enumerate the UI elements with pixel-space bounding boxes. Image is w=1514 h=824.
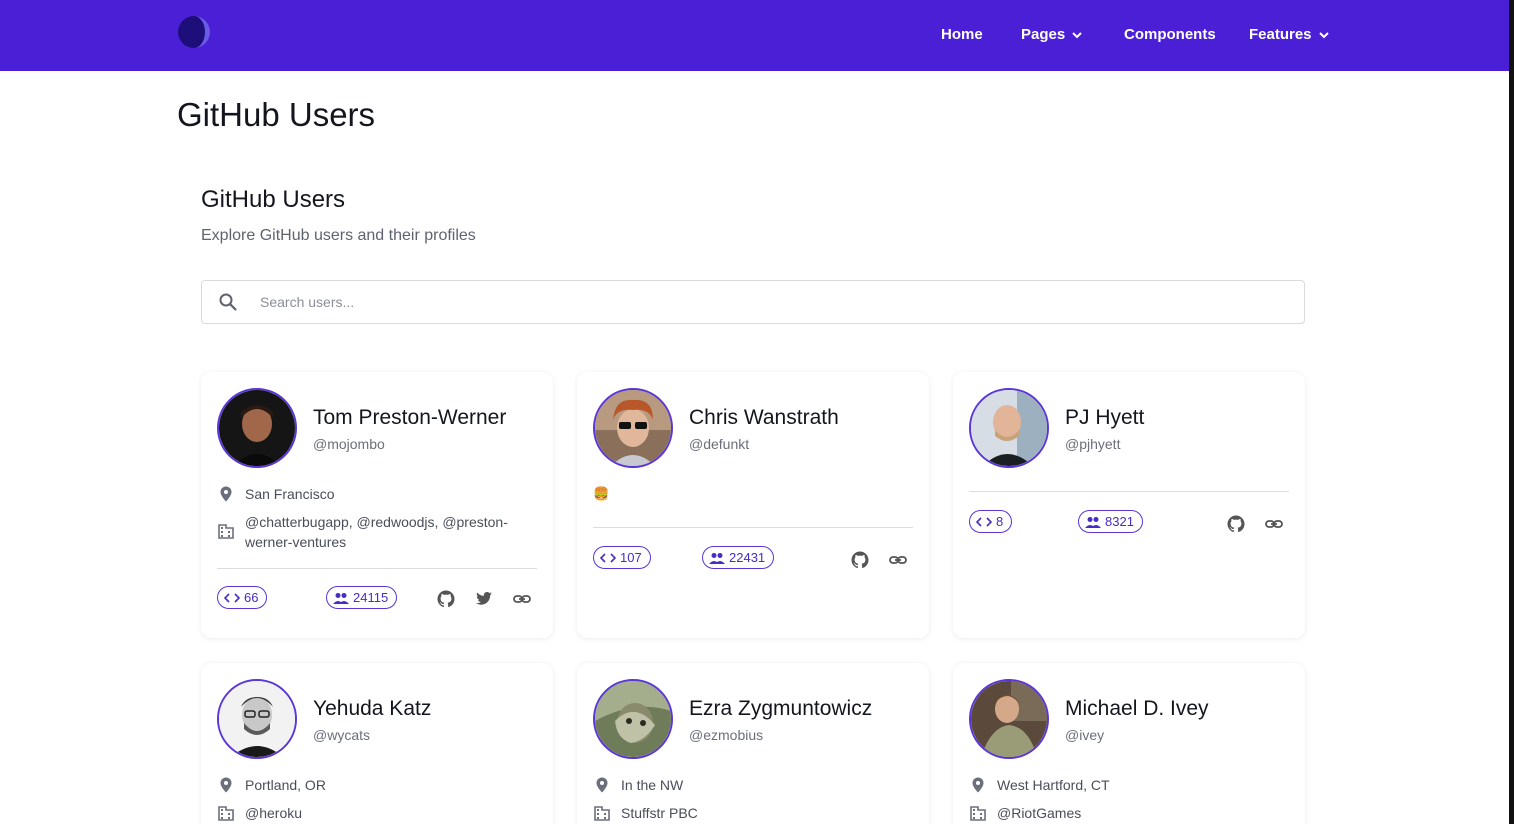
user-login: @ivey xyxy=(1065,727,1105,743)
user-login: @wycats xyxy=(313,727,370,743)
user-company: @chatterbugapp, @redwoodjs, @preston-wer… xyxy=(217,512,535,552)
user-location: San Francisco xyxy=(217,484,535,504)
link-icon[interactable] xyxy=(1264,514,1284,534)
divider xyxy=(593,527,913,528)
location-text: In the NW xyxy=(621,777,684,793)
location-pin-icon xyxy=(220,777,232,793)
building-icon xyxy=(218,806,234,821)
scrollbar[interactable] xyxy=(1509,0,1514,824)
nav-components-link[interactable]: Components xyxy=(1124,26,1216,43)
github-icon[interactable] xyxy=(436,589,456,609)
avatar xyxy=(969,388,1049,468)
nav-home-link[interactable]: Home xyxy=(941,26,983,43)
repos-count: 66 xyxy=(244,590,259,605)
search-input[interactable] xyxy=(260,289,1280,315)
followers-count: 22431 xyxy=(729,550,766,565)
user-card[interactable]: Ezra Zygmuntowicz @ezmobius In the NW St… xyxy=(577,663,929,824)
user-name: Michael D. Ivey xyxy=(1065,697,1209,720)
user-bio: 🍔 xyxy=(593,486,610,501)
repos-count: 8 xyxy=(996,514,1004,529)
followers-badge[interactable]: 24115 xyxy=(326,586,398,609)
followers-badge[interactable]: 22431 xyxy=(702,546,775,569)
user-card[interactable]: Tom Preston-Werner @mojombo San Francisc… xyxy=(201,372,553,638)
repos-count: 107 xyxy=(620,550,642,565)
company-text: @RiotGames xyxy=(997,805,1082,821)
divider xyxy=(217,568,537,569)
repos-badge[interactable]: 8 xyxy=(969,510,1013,533)
twitter-icon[interactable] xyxy=(474,589,494,609)
nav-features-dropdown[interactable]: Features xyxy=(1249,26,1330,43)
user-card[interactable]: Yehuda Katz @wycats Portland, OR @heroku xyxy=(201,663,553,824)
location-text: San Francisco xyxy=(245,486,335,502)
user-company: Stuffstr PBC xyxy=(593,803,911,823)
link-icon[interactable] xyxy=(512,589,532,609)
people-icon xyxy=(1085,516,1101,528)
top-navbar: Home Pages Components Features xyxy=(0,0,1509,71)
github-icon[interactable] xyxy=(1226,514,1246,534)
page-title: GitHub Users xyxy=(177,96,376,133)
location-pin-icon xyxy=(596,777,608,793)
code-icon xyxy=(224,592,240,603)
company-text: @chatterbugapp, @redwoodjs, @preston-wer… xyxy=(245,514,508,550)
user-location: In the NW xyxy=(593,775,911,795)
followers-count: 8321 xyxy=(1105,514,1134,529)
user-login: @defunkt xyxy=(689,436,750,452)
user-name: PJ Hyett xyxy=(1065,406,1145,429)
user-name: Yehuda Katz xyxy=(313,697,432,720)
company-text: Stuffstr PBC xyxy=(621,805,698,821)
nav-home-label: Home xyxy=(941,26,983,43)
user-name: Tom Preston-Werner xyxy=(313,406,507,429)
chevron-down-icon xyxy=(1318,31,1329,38)
logo-icon[interactable] xyxy=(177,15,211,49)
avatar xyxy=(217,388,297,468)
followers-badge[interactable]: 8321 xyxy=(1078,510,1143,533)
avatar xyxy=(217,679,297,759)
followers-count: 24115 xyxy=(353,590,389,605)
avatar xyxy=(969,679,1049,759)
user-location: West Hartford, CT xyxy=(969,775,1287,795)
nav-pages-label: Pages xyxy=(1021,26,1066,43)
user-card[interactable]: Michael D. Ivey @ivey West Hartford, CT … xyxy=(953,663,1305,824)
building-icon xyxy=(218,524,234,539)
code-icon xyxy=(600,552,616,563)
location-text: Portland, OR xyxy=(245,777,326,793)
location-pin-icon xyxy=(220,486,232,502)
people-icon xyxy=(709,552,725,564)
avatar xyxy=(593,679,673,759)
location-text: West Hartford, CT xyxy=(997,777,1110,793)
search-icon xyxy=(219,293,237,311)
chevron-down-icon xyxy=(1072,31,1082,38)
nav-features-label: Features xyxy=(1249,26,1312,43)
repos-badge[interactable]: 66 xyxy=(217,586,268,609)
section-title: GitHub Users xyxy=(201,186,346,213)
user-company: @heroku xyxy=(217,803,535,823)
company-text: @heroku xyxy=(245,805,303,821)
location-pin-icon xyxy=(972,777,984,793)
nav-components-label: Components xyxy=(1124,26,1216,43)
user-location: Portland, OR xyxy=(217,775,535,795)
building-icon xyxy=(970,806,986,821)
user-login: @mojombo xyxy=(313,436,385,452)
user-company: @RiotGames xyxy=(969,803,1287,823)
divider xyxy=(969,491,1289,492)
avatar xyxy=(593,388,673,468)
github-icon[interactable] xyxy=(850,550,870,570)
search-box xyxy=(201,280,1305,324)
section-subtitle: Explore GitHub users and their profiles xyxy=(201,227,476,244)
building-icon xyxy=(594,806,610,821)
user-name: Chris Wanstrath xyxy=(689,406,839,429)
people-icon xyxy=(333,592,349,604)
user-card[interactable]: PJ Hyett @pjhyett 8 8321 xyxy=(953,372,1305,638)
user-login: @pjhyett xyxy=(1065,436,1121,452)
link-icon[interactable] xyxy=(888,550,908,570)
user-name: Ezra Zygmuntowicz xyxy=(689,697,873,720)
code-icon xyxy=(976,516,992,527)
nav-pages-dropdown[interactable]: Pages xyxy=(1021,26,1083,43)
repos-badge[interactable]: 107 xyxy=(593,546,651,569)
user-login: @ezmobius xyxy=(689,727,764,743)
user-card[interactable]: Chris Wanstrath @defunkt 🍔 107 22431 xyxy=(577,372,929,638)
